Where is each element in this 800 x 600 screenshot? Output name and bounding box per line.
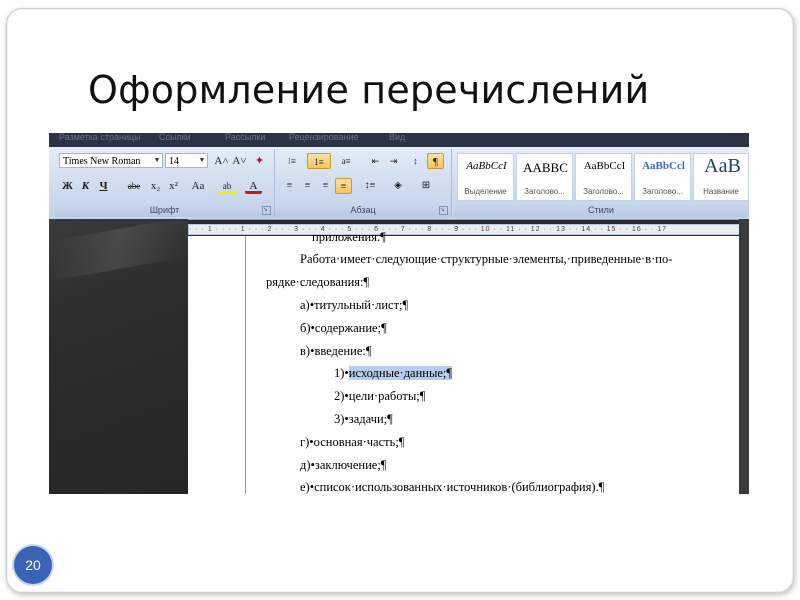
bullets-icon[interactable]: ⁝≡ — [281, 153, 303, 169]
workspace-band — [49, 216, 188, 282]
style-sample: AaB — [704, 155, 741, 177]
font-dialog-launcher-icon[interactable]: ↘ — [262, 206, 271, 215]
font-group: Times New Roman ▼ 14 ▼ A˄ A˅ ✦ Ж К Ч abe… — [55, 149, 275, 217]
show-formatting-button[interactable]: ¶ — [427, 153, 444, 169]
align-center-icon[interactable]: ≡ — [299, 178, 316, 194]
doc-list-item-b: б)•содержание;¶ — [300, 321, 387, 335]
style-name: Заголово... — [583, 187, 624, 196]
doc-list-item-e: е)•список·использованных·источников·(биб… — [300, 480, 605, 494]
doc-sublist-item-3: 3)•задачи;¶ — [334, 412, 393, 426]
style-sample: AABBC — [523, 160, 568, 175]
tab-mailings[interactable]: Рассылки — [225, 133, 265, 142]
doc-list-item-d: д)•заключение;¶ — [300, 458, 387, 472]
tab-view[interactable]: Вид — [389, 133, 405, 142]
font-name-combo[interactable]: Times New Roman ▼ — [59, 153, 163, 168]
horizontal-ruler[interactable]: · · · 1 · · · · 1 · · · 2 · · · 3 · · · … — [188, 224, 743, 235]
font-size-combo[interactable]: 14 ▼ — [165, 153, 208, 168]
right-workspace — [739, 219, 749, 494]
decrease-indent-icon[interactable]: ⇤ — [367, 153, 384, 169]
doc-list-item-g: г)•основная·часть;¶ — [300, 435, 405, 449]
italic-button[interactable]: К — [77, 178, 94, 194]
style-sample: AaBbCcI — [466, 160, 507, 172]
doc-paragraph-line1: Работа·имеет·следующие·структурные·элеме… — [300, 252, 673, 266]
style-title[interactable]: AaB Название — [693, 153, 749, 201]
sort-icon[interactable]: ↕ — [407, 153, 424, 169]
styles-group-label-text: Стили — [588, 205, 614, 215]
style-name: Название — [703, 187, 739, 196]
style-heading-2[interactable]: AaBbCcI Заголово... — [575, 153, 632, 201]
chevron-down-icon: ▼ — [153, 156, 161, 164]
paragraph-dialog-launcher-icon[interactable]: ↘ — [439, 206, 448, 215]
strikethrough-button[interactable]: abe — [123, 178, 145, 194]
line-spacing-icon[interactable]: ↕≡ — [359, 178, 381, 194]
doc-list-item-a: а)•титульный·лист;¶ — [300, 298, 409, 312]
styles-group: AaBbCcI Выделение AABBC Заголово... AaBb… — [453, 149, 749, 217]
selected-text[interactable]: исходные·данные;¶ — [348, 366, 453, 380]
document-page[interactable]: приложения.¶ Работа·имеет·следующие·стру… — [188, 230, 739, 494]
doc-line-fragment: приложения.¶ — [312, 230, 386, 244]
grow-font-button[interactable]: A˄ — [213, 153, 230, 169]
style-heading-3[interactable]: AaBbCcl Заголово... — [634, 153, 691, 201]
ribbon-tabs: Разметка страницы Ссылки Рассылки Реценз… — [49, 133, 749, 147]
chevron-down-icon: ▼ — [198, 156, 206, 164]
font-name-value: Times New Roman — [63, 156, 141, 167]
style-sample: AaBbCcl — [642, 160, 685, 172]
increase-indent-icon[interactable]: ⇥ — [385, 153, 402, 169]
align-left-icon[interactable]: ≡ — [281, 178, 298, 194]
justify-icon[interactable]: ≡ — [335, 178, 352, 194]
left-workspace — [49, 216, 188, 494]
paragraph-group-label-text: Абзац — [350, 205, 376, 215]
doc-sublist-item-1: 1)•исходные·данные;¶ — [334, 366, 453, 381]
multilevel-list-icon[interactable]: a≡ — [335, 153, 357, 169]
font-color-button[interactable]: A — [245, 178, 262, 194]
style-name: Заголово... — [524, 187, 565, 196]
doc-paragraph-line2: рядке·следования:¶ — [266, 275, 370, 289]
shrink-font-button[interactable]: A˅ — [231, 153, 248, 169]
tab-page-layout[interactable]: Разметка страницы — [59, 133, 141, 142]
slide-number-badge: 20 — [14, 546, 52, 584]
styles-group-label: Стили — [453, 204, 749, 217]
style-name: Выделение — [464, 187, 507, 196]
paragraph-group-label: Абзац — [275, 204, 451, 217]
bold-button[interactable]: Ж — [59, 178, 76, 194]
clear-formatting-icon[interactable]: ✦ — [251, 153, 268, 169]
tab-references[interactable]: Ссылки — [159, 133, 191, 142]
style-sample: AaBbCcI — [583, 160, 626, 172]
slide-number-text: 20 — [25, 557, 41, 573]
font-group-label: Шрифт — [55, 204, 274, 217]
left-margin-guide — [245, 236, 246, 494]
numbering-icon[interactable]: 1≡ — [307, 153, 331, 169]
borders-icon[interactable]: ⊞ — [415, 178, 437, 194]
highlight-color-button[interactable]: ab — [217, 178, 237, 194]
slide-title: Оформление перечислений — [88, 68, 650, 112]
shading-icon[interactable]: ◈ — [387, 178, 409, 194]
ruler-scale: · · · 1 · · · · 1 · · · 2 · · · 3 · · · … — [189, 226, 668, 233]
sublist-number: 1)• — [334, 366, 349, 380]
doc-sublist-item-2: 2)•цели·работы;¶ — [334, 389, 426, 403]
paragraph-group: ⁝≡ 1≡ a≡ ⇤ ⇥ ↕ ¶ ≡ ≡ ≡ ≡ ↕≡ ◈ ⊞ Абзац ↘ — [275, 149, 452, 217]
doc-list-item-v: в)•введение:¶ — [300, 344, 372, 358]
change-case-button[interactable]: Aa — [187, 178, 209, 194]
font-group-label-text: Шрифт — [149, 205, 180, 215]
underline-button[interactable]: Ч — [95, 178, 112, 194]
font-size-value: 14 — [169, 156, 179, 167]
ribbon: Times New Roman ▼ 14 ▼ A˄ A˅ ✦ Ж К Ч abe… — [49, 147, 749, 220]
style-heading-1[interactable]: AABBC Заголово... — [516, 153, 573, 201]
superscript-button[interactable]: x² — [165, 178, 182, 194]
style-name: Заголово... — [642, 187, 683, 196]
subscript-button[interactable]: x₂ — [147, 178, 164, 194]
style-emphasis[interactable]: AaBbCcI Выделение — [457, 153, 514, 201]
tab-review[interactable]: Рецензирование — [289, 133, 359, 142]
align-right-icon[interactable]: ≡ — [317, 178, 334, 194]
word-screenshot: Разметка страницы Ссылки Рассылки Реценз… — [49, 133, 749, 494]
